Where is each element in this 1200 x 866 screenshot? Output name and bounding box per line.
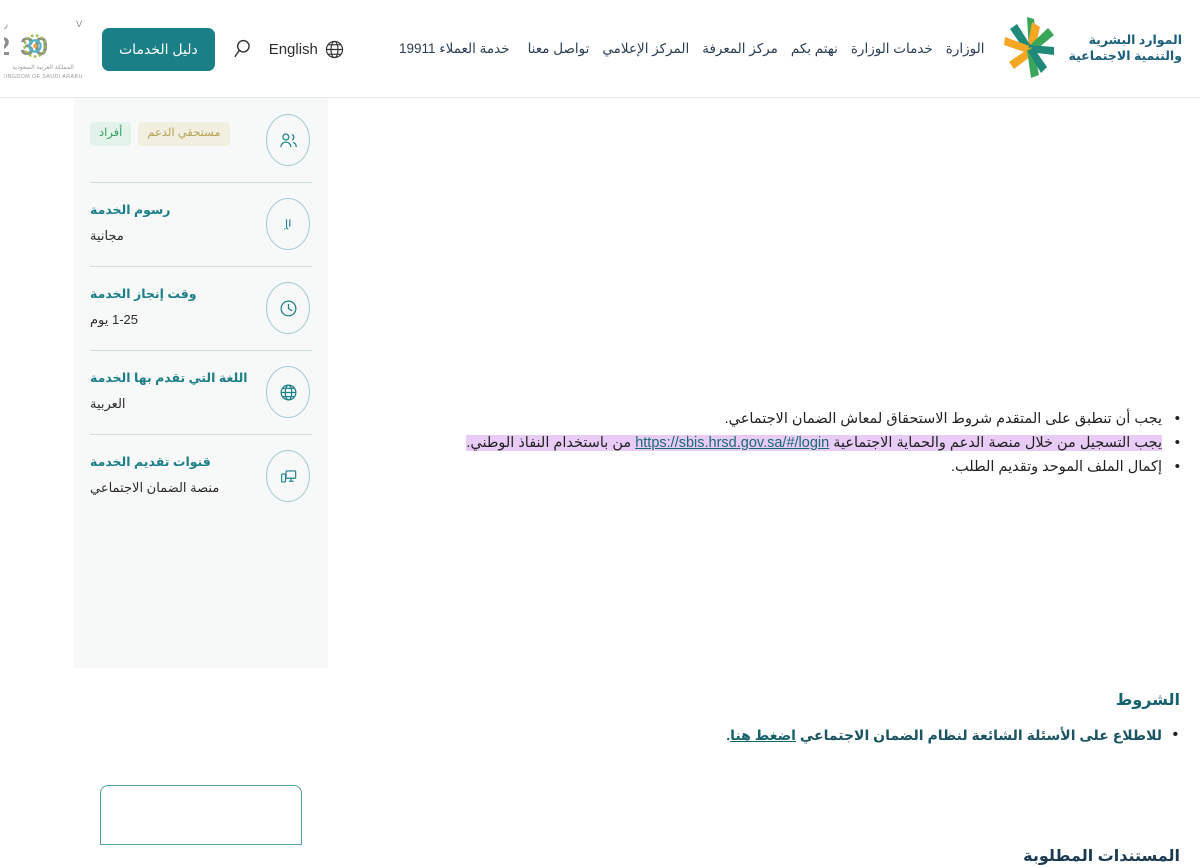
bullet-text-1-before: يجب التسجيل من خلال منصة الدعم والحماية …	[829, 435, 1162, 452]
svg-text:KINGDOM OF SAUDI ARABIA: KINGDOM OF SAUDI ARABIA	[4, 74, 82, 80]
audience-tag-list: مستحقي الدعم أفراد	[90, 118, 252, 146]
condition-text-before: للاطلاع على الأسئلة الشائعة لنظام الضمان…	[795, 727, 1162, 743]
sidebar-channels-body: قنوات تقديم الخدمة منصة الضمان الاجتماعي	[90, 450, 252, 497]
documents-section: المستندات المطلوبة	[340, 846, 1200, 866]
users-icon	[266, 114, 310, 166]
nav-item-2[interactable]: نهتم بكم	[791, 41, 838, 57]
site-header: الموارد البشرية والتنمية الاجتماعية الوز…	[0, 0, 1200, 98]
conditions-heading: الشروط	[1115, 692, 1180, 709]
sidebar-language-body: اللغة التي تقدم بها الخدمة العربية	[90, 366, 252, 413]
svg-text:المملكة العربية السعودية: المملكة العربية السعودية	[12, 64, 74, 71]
sidebar-fees-title: رسوم الخدمة	[90, 203, 171, 217]
faq-link[interactable]: اضغط هنا	[730, 727, 796, 743]
ministry-name-line2: والتنمية الاجتماعية	[1068, 49, 1183, 63]
nav-item-3[interactable]: مركز المعرفة	[702, 41, 778, 57]
services-guide-button[interactable]: دليل الخدمات	[102, 27, 215, 71]
main-content: يجب أن تنطبق على المتقدم شروط الاستحقاق …	[340, 98, 1200, 865]
header-utilities: English دليل الخدمات VISION	[0, 15, 379, 83]
sidebar-row-language: اللغة التي تقدم بها الخدمة العربية	[74, 350, 328, 434]
main-navigation: الوزارة خدمات الوزارة نهتم بكم مركز المع…	[528, 41, 985, 57]
sidebar-duration-value: 1-25 يوم	[90, 312, 139, 328]
language-toggle[interactable]: English	[269, 39, 345, 60]
sidebar-bottom-card[interactable]	[100, 785, 302, 845]
audience-tag-beneficiary: مستحقي الدعم	[138, 122, 230, 146]
bullet-text-2: إكمال الملف الموحد وتقديم الطلب.	[951, 459, 1162, 476]
contact-info: خدمة العملاء 19911	[399, 41, 510, 57]
service-info-sidebar: مستحقي الدعم أفراد رسوم الخدمة مجانية وق…	[74, 98, 328, 668]
hrsd-starburst-logo-icon	[999, 14, 1061, 84]
money-icon	[266, 198, 310, 250]
list-item: يجب التسجيل من خلال منصة الدعم والحماية …	[340, 431, 1180, 455]
svg-text:ر ؤ ي ـة: ر ؤ ي ـة	[4, 20, 8, 30]
globe-icon	[325, 40, 344, 58]
sidebar-row-audience: مستحقي الدعم أفراد	[74, 98, 328, 182]
nav-item-0[interactable]: الوزارة	[946, 41, 985, 57]
sidebar-language-value: العربية	[90, 396, 126, 412]
list-item: يجب أن تنطبق على المتقدم شروط الاستحقاق …	[340, 407, 1180, 431]
svg-text:VISION: VISION	[76, 19, 82, 30]
bullet-text-1-after: من باستخدام النفاذ الوطني.	[466, 435, 636, 452]
globe-icon	[266, 366, 310, 418]
ministry-name-line1: الموارد البشرية	[1088, 33, 1182, 48]
sidebar-channels-title: قنوات تقديم الخدمة	[90, 455, 211, 469]
sidebar-row-duration: وقت إنجاز الخدمة 1-25 يوم	[74, 266, 328, 350]
ministry-logo[interactable]: الموارد البشرية والتنمية الاجتماعية	[999, 14, 1183, 84]
customer-service-number[interactable]: خدمة العملاء 19911	[399, 41, 510, 57]
sidebar-audience-body: مستحقي الدعم أفراد	[90, 114, 252, 146]
sidebar-duration-body: وقت إنجاز الخدمة 1-25 يوم	[90, 282, 252, 329]
audience-tag-individuals: أفراد	[90, 122, 132, 146]
sidebar-fees-body: رسوم الخدمة مجانية	[90, 198, 252, 245]
highlighted-bullet: يجب التسجيل من خلال منصة الدعم والحماية …	[466, 435, 1162, 452]
sidebar-duration-title: وقت إنجاز الخدمة	[90, 287, 197, 301]
nav-item-4[interactable]: المركز الإعلامي	[602, 41, 689, 57]
conditions-section: الشروط للاطلاع على الأسئلة الشائعة لنظام…	[340, 690, 1200, 747]
documents-heading: المستندات المطلوبة	[1023, 848, 1180, 865]
sidebar-channels-value: منصة الضمان الاجتماعي	[90, 480, 220, 496]
steps-bullet-list: يجب أن تنطبق على المتقدم شروط الاستحقاق …	[340, 407, 1200, 481]
nav-item-1[interactable]: خدمات الوزارة	[851, 41, 933, 57]
registration-url-link[interactable]: https://sbis.hrsd.gov.sa/#/login	[635, 432, 829, 455]
language-toggle-label: English	[268, 40, 318, 58]
svg-text:2: 2	[4, 33, 10, 61]
devices-icon	[266, 450, 310, 502]
nav-item-5[interactable]: تواصل معنا	[528, 41, 590, 57]
bullet-text-0: يجب أن تنطبق على المتقدم شروط الاستحقاق …	[724, 411, 1162, 427]
sidebar-language-title: اللغة التي تقدم بها الخدمة	[90, 371, 248, 385]
ministry-logo-text: الموارد البشرية والتنمية الاجتماعية	[1069, 33, 1183, 64]
clock-icon	[266, 282, 310, 334]
search-button[interactable]	[229, 36, 255, 62]
sidebar-row-channels: قنوات تقديم الخدمة منصة الضمان الاجتماعي	[74, 434, 328, 518]
vision-2030-logo[interactable]: VISION ر ؤ ي ـة 2 30 المملكة العربية الس…	[0, 15, 115, 83]
sidebar-row-fees: رسوم الخدمة مجانية	[74, 182, 328, 266]
sidebar-fees-value: مجانية	[90, 228, 124, 244]
conditions-list: للاطلاع على الأسئلة الشائعة لنظام الضمان…	[340, 723, 1180, 747]
search-icon	[233, 39, 250, 58]
list-item: إكمال الملف الموحد وتقديم الطلب.	[340, 455, 1180, 479]
list-item: للاطلاع على الأسئلة الشائعة لنظام الضمان…	[340, 723, 1178, 747]
